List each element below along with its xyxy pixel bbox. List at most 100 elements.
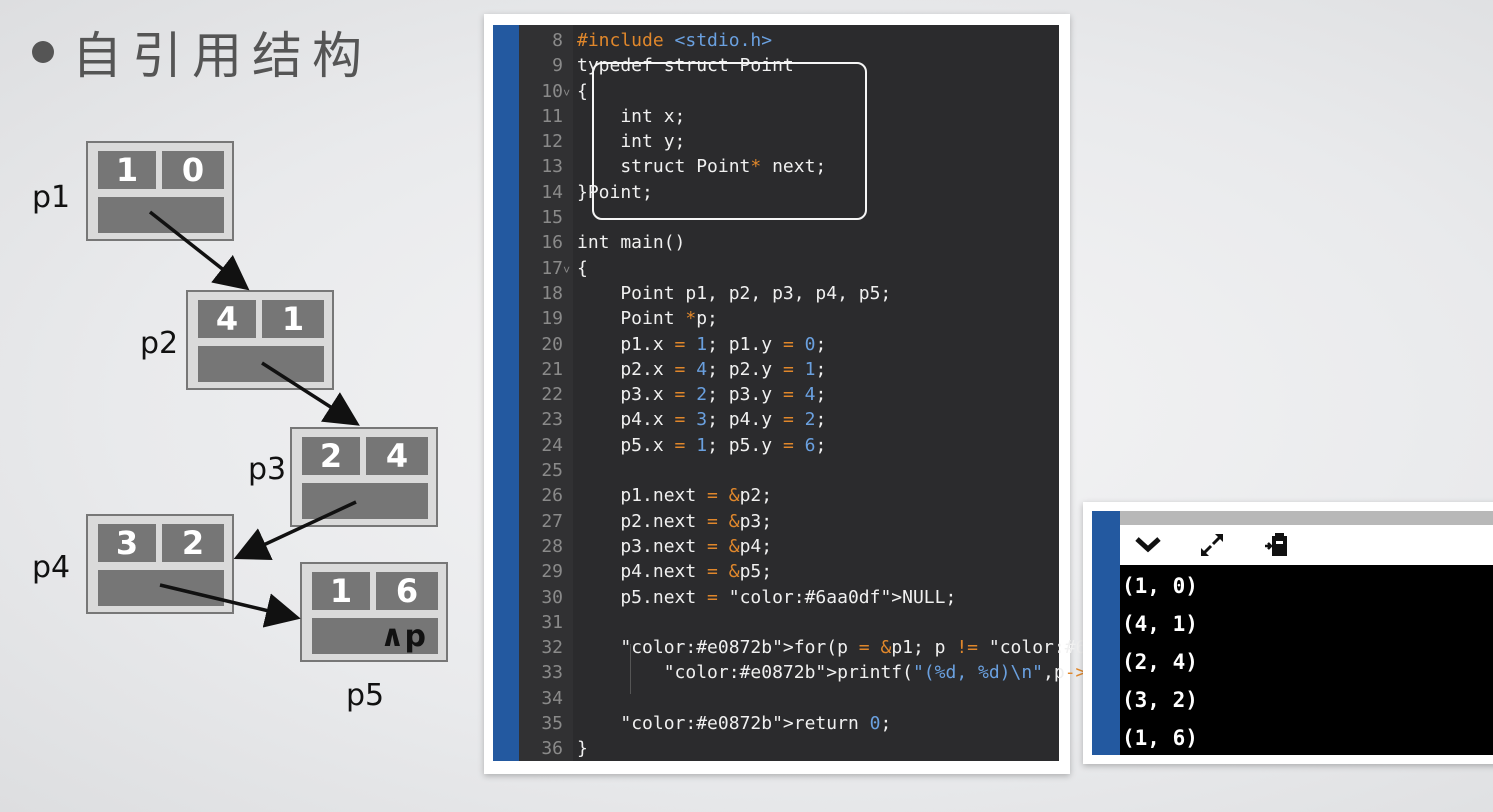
- line-number: 32: [541, 637, 563, 659]
- line-number: 19: [541, 308, 563, 330]
- console-output-line: (4, 1): [1122, 612, 1198, 636]
- code-text: p2.x = 4; p2.y = 1;: [577, 358, 827, 380]
- code-line: 16 int main(): [519, 230, 1336, 255]
- code-text: p4.next = &p5;: [577, 561, 773, 583]
- clipboard-icon[interactable]: [1262, 531, 1290, 559]
- code-editor[interactable]: 8 #include <stdio.h> 9 typedef struct Poi…: [493, 25, 1336, 761]
- line-number: 14: [541, 181, 563, 203]
- line-number: 12: [541, 131, 563, 153]
- console-toolbar: [1120, 525, 1493, 565]
- line-number: 24: [541, 434, 563, 456]
- pointer-arrows: [148, 210, 360, 628]
- line-number: 34: [541, 687, 563, 709]
- code-text: p1.x = 1; p1.y = 0;: [577, 333, 827, 355]
- code-editor-panel: 8 #include <stdio.h> 9 typedef struct Poi…: [484, 14, 1336, 774]
- code-text: Point *p;: [577, 308, 718, 330]
- line-number: 9: [552, 55, 563, 77]
- line-number: 23: [541, 409, 563, 431]
- code-text: p2.next = &p3;: [577, 510, 773, 532]
- console-output-line: (3, 2): [1122, 688, 1198, 712]
- code-line: 8 #include <stdio.h>: [519, 28, 1336, 53]
- line-number: 16: [541, 232, 563, 254]
- code-text: Point p1, p2, p3, p4, p5;: [577, 282, 892, 304]
- code-text: p5.x = 1; p5.y = 6;: [577, 434, 827, 456]
- fold-arrow-icon[interactable]: ˅: [563, 258, 577, 283]
- line-number: 29: [541, 561, 563, 583]
- console-panel: (1, 0) (4, 1) (2, 4) (3, 2) (1, 6): [1083, 502, 1493, 764]
- line-number: 15: [541, 207, 563, 229]
- code-line: 20 p1.x = 1; p1.y = 0;: [519, 332, 1336, 357]
- arrow-p4-p5: [159, 583, 301, 628]
- line-number: 17: [541, 257, 563, 279]
- console-side-stripe: [1092, 511, 1120, 755]
- console-output-lines: (1, 0) (4, 1) (2, 4) (3, 2) (1, 6): [1122, 567, 1198, 755]
- code-text: "color:#e0872b">return 0;: [620, 713, 892, 735]
- line-number: 10: [541, 80, 563, 102]
- struct-highlight-box: [592, 62, 867, 220]
- code-line: 17˅{: [519, 256, 1336, 281]
- code-text: {: [577, 80, 588, 102]
- line-number: 18: [541, 282, 563, 304]
- code-line: 22 p3.x = 2; p3.y = 4;: [519, 382, 1336, 407]
- fold-arrow-icon[interactable]: ˅: [563, 81, 577, 106]
- code-text: #include <stdio.h>: [577, 30, 773, 51]
- code-text: p5.next = "color:#6aa0df">NULL;: [577, 586, 957, 608]
- expand-icon[interactable]: [1198, 531, 1226, 559]
- code-text: p3.next = &p4;: [577, 535, 773, 557]
- code-text: p3.x = 2; p3.y = 4;: [577, 384, 827, 406]
- line-number: 36: [541, 738, 563, 760]
- code-line: 25: [519, 458, 1336, 483]
- code-text: p1.next = &p2;: [577, 485, 773, 507]
- linked-list-diagram: 1 0 p1 4 1 p2 2 4 p3 3 2 p4 1 6 ∧p p5: [0, 0, 480, 812]
- code-line: 24 p5.x = 1; p5.y = 6;: [519, 433, 1336, 458]
- editor-side-stripe: [493, 25, 519, 761]
- line-number: 20: [541, 333, 563, 355]
- line-number: 31: [541, 611, 563, 633]
- line-number: 27: [541, 510, 563, 532]
- line-number: 28: [541, 535, 563, 557]
- line-number: 33: [541, 662, 563, 684]
- code-line: 19 Point *p;: [519, 306, 1336, 331]
- line-number: 30: [541, 586, 563, 608]
- line-number: 26: [541, 485, 563, 507]
- code-text: }: [577, 738, 588, 760]
- code-text: {: [577, 257, 588, 279]
- line-number: 22: [541, 384, 563, 406]
- code-line: 18 Point p1, p2, p3, p4, p5;: [519, 281, 1336, 306]
- code-text: p4.x = 3; p4.y = 2;: [577, 409, 827, 431]
- code-line: 23 p4.x = 3; p4.y = 2;: [519, 407, 1336, 432]
- code-line: 21 p2.x = 4; p2.y = 1;: [519, 357, 1336, 382]
- chevron-down-icon[interactable]: [1134, 531, 1162, 559]
- arrow-p1-p2: [148, 210, 250, 291]
- line-number: 35: [541, 713, 563, 735]
- line-number: 8: [552, 30, 563, 51]
- line-number: 11: [541, 105, 563, 127]
- indent-guide: [630, 644, 631, 694]
- console-header-bar: [1120, 511, 1493, 525]
- console-output-line: (1, 0): [1122, 574, 1198, 598]
